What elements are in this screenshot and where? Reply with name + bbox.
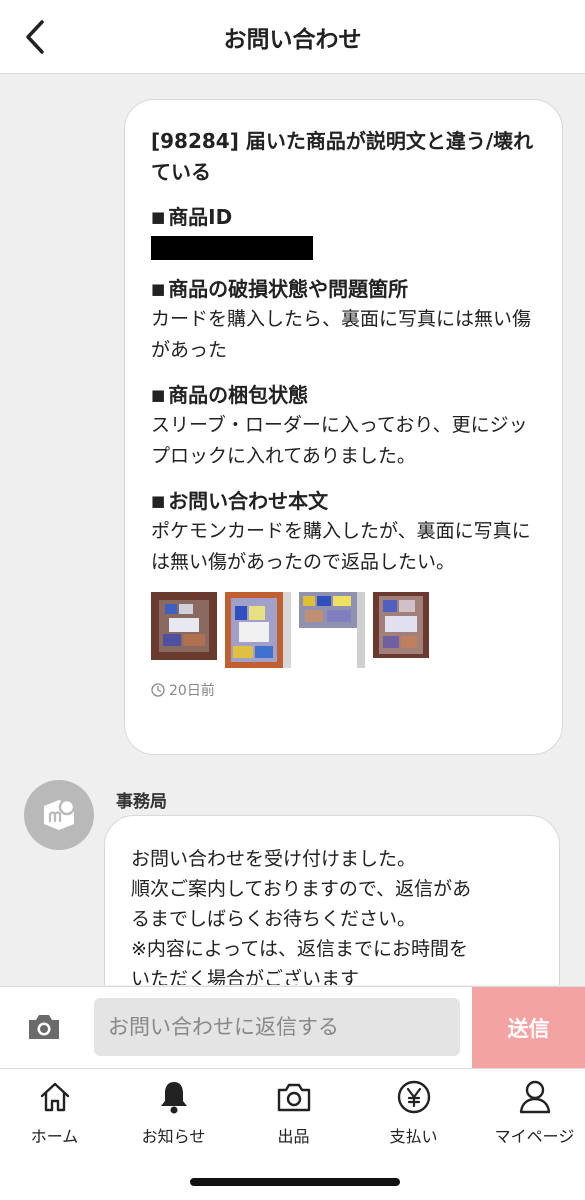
photo-thumbnail[interactable] — [299, 592, 365, 668]
header-bar: お問い合わせ — [0, 0, 585, 74]
bullet-square: ■ — [151, 280, 166, 298]
bell-icon — [160, 1082, 187, 1114]
section-heading-item-id: ■ 商品ID — [151, 202, 538, 232]
tab-payment[interactable]: 支払い — [355, 1077, 472, 1151]
person-icon — [519, 1080, 550, 1114]
tab-notifications[interactable]: お知らせ — [115, 1077, 232, 1151]
reply-input[interactable] — [94, 998, 460, 1056]
tab-mypage[interactable]: マイページ — [476, 1077, 585, 1151]
photo-thumbnail[interactable] — [225, 592, 291, 668]
tab-label: マイページ — [494, 1127, 575, 1146]
bullet-square: ■ — [151, 492, 166, 510]
page-title: お問い合わせ — [223, 26, 362, 53]
section-body-inquiry: ポケモンカードを購入したが、裏面に写真には無い傷があったので返品したい。 — [151, 520, 531, 573]
office-message-line: るまでしばらくお待ちください。 — [131, 908, 417, 930]
tab-label: 出品 — [277, 1127, 310, 1146]
office-message-line: いただく場合がございます — [131, 968, 360, 985]
section-body-packaging: スリーブ・ローダーに入っており、更にジップロックに入れてありました。 — [151, 414, 528, 467]
inquiry-title: [98284] 届いた商品が説明文と違う/壊れている — [151, 129, 534, 184]
office-message-bubble: お問い合わせを受け付けました。 順次ご案内しておりますので、返信があ るまでしば… — [104, 815, 560, 985]
photo-thumbnail[interactable] — [151, 592, 217, 660]
tab-label: お知らせ — [141, 1127, 206, 1146]
office-message-line: お問い合わせを受け付けました。 — [131, 848, 417, 870]
attach-photo-button[interactable] — [22, 1005, 66, 1049]
section-heading-label: お問い合わせ本文 — [168, 489, 329, 513]
tab-label: ホーム — [30, 1127, 79, 1146]
bullet-square: ■ — [151, 208, 166, 226]
home-icon — [40, 1082, 69, 1112]
camera-icon — [29, 1015, 59, 1039]
home-indicator[interactable] — [190, 1178, 400, 1186]
sender-name: 事務局 — [116, 792, 167, 812]
tab-sell[interactable]: 出品 — [235, 1077, 352, 1151]
section-heading-label: 商品ID — [168, 205, 233, 229]
section-heading-label: 商品の梱包状態 — [168, 383, 309, 407]
tab-home[interactable]: ホーム — [0, 1077, 113, 1151]
section-heading-label: 商品の破損状態や問題箇所 — [168, 277, 409, 301]
message-timestamp: 20日前 — [151, 680, 538, 700]
section-heading-packaging: ■ 商品の梱包状態 — [151, 380, 538, 410]
chevron-left-icon — [26, 20, 44, 54]
bullet-square: ■ — [151, 386, 166, 404]
tab-label: 支払い — [389, 1127, 438, 1146]
yen-icon — [397, 1080, 430, 1114]
reply-input-bar: 送信 — [0, 986, 585, 1069]
camera-icon — [277, 1083, 310, 1112]
photo-thumbnails — [151, 592, 538, 668]
timestamp-text: 20日前 — [169, 683, 215, 699]
section-heading-damage: ■ 商品の破損状態や問題箇所 — [151, 274, 538, 304]
send-button[interactable]: 送信 — [472, 987, 585, 1069]
photo-thumbnail[interactable] — [373, 592, 429, 658]
office-message-line: 順次ご案内しておりますので、返信があ — [131, 878, 472, 900]
mercari-logo-icon — [44, 798, 76, 830]
back-button[interactable] — [10, 12, 60, 62]
clock-icon — [151, 683, 165, 697]
section-heading-inquiry-body: ■ お問い合わせ本文 — [151, 486, 538, 516]
section-body-damage: カードを購入したら、裏面に写真には無い傷があった — [151, 308, 532, 361]
avatar — [24, 780, 94, 850]
inquiry-message-bubble: [98284] 届いた商品が説明文と違う/壊れている ■ 商品ID ■ 商品の破損状… — [124, 99, 563, 755]
office-message-line: ※内容によっては、返信までにお時間を — [131, 938, 469, 960]
chat-area[interactable]: [98284] 届いた商品が説明文と違う/壊れている ■ 商品ID ■ 商品の破損状… — [0, 75, 585, 985]
redacted-item-id — [151, 236, 313, 260]
